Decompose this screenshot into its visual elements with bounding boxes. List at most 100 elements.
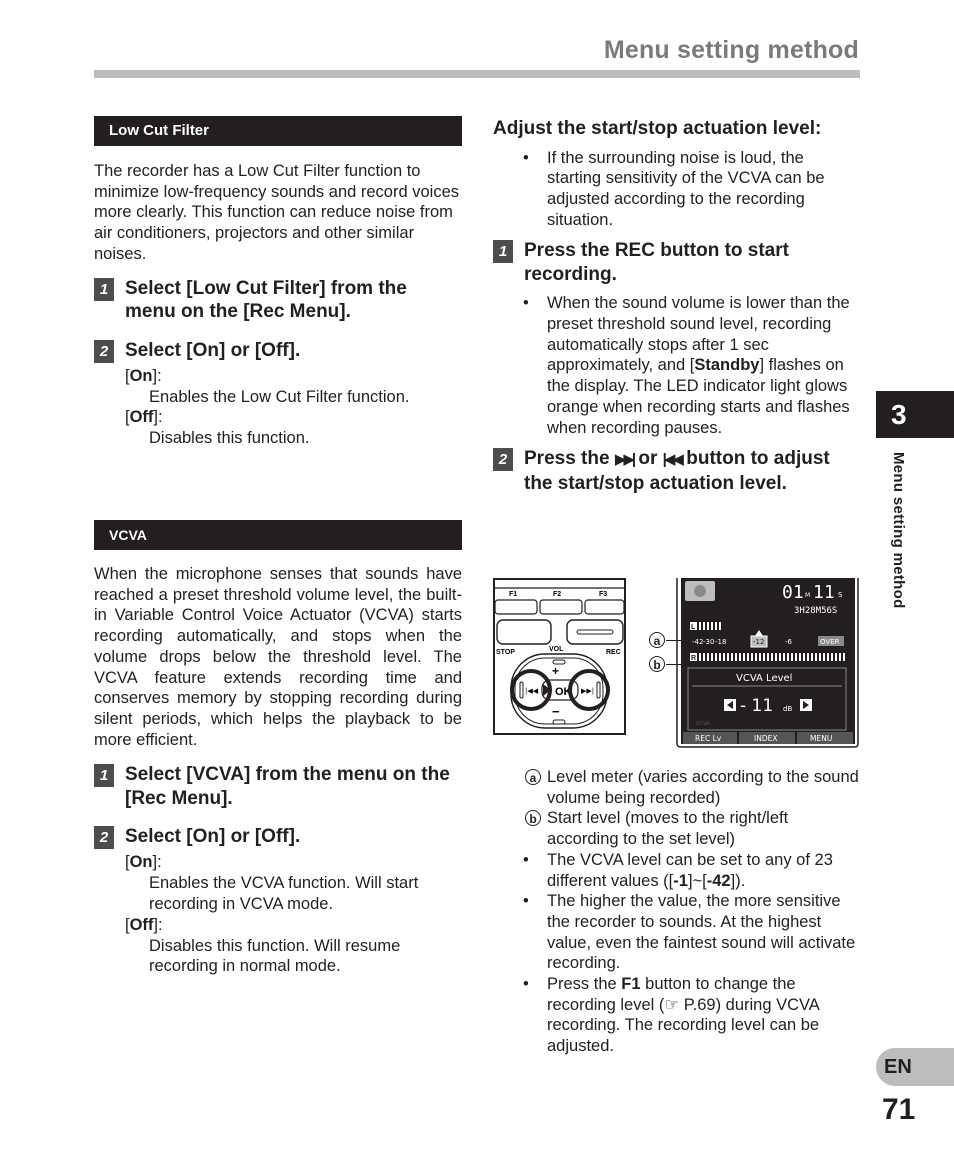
callout-item-a: a Level meter (varies according to the s… [493, 767, 861, 808]
language-tab: EN [876, 1048, 954, 1086]
meter-bar [767, 653, 769, 661]
callout-marker-b: b [649, 656, 665, 672]
option-desc-off: Disables this function. Will resume reco… [149, 936, 401, 976]
adjust-step1-bullet: • When the sound volume is lower than th… [493, 293, 861, 438]
vcva-intro: When the microphone senses that sounds h… [94, 565, 462, 749]
vcva-step-2: 2 Select [On] or [Off]. [94, 825, 462, 850]
adjust-step-2: 2 Press the ▶▶| or |◀◀ button to adjust … [493, 447, 861, 495]
meter-bar [779, 653, 781, 661]
skip-back-icon: |◀◀ [525, 687, 539, 695]
meter-bar [743, 653, 745, 661]
option-desc-off: Disables this function. [149, 429, 310, 448]
step-text: Select [Low Cut Filter] from the menu on… [125, 277, 407, 323]
step-number: 1 [94, 277, 114, 301]
meter-bar [803, 653, 805, 661]
step-number: 1 [493, 240, 513, 264]
svg-text:INDEX: INDEX [754, 734, 777, 743]
option-label-on: [On]: [125, 366, 162, 385]
f2-key [539, 599, 583, 615]
callout-item-b: b Start level (moves to the right/left a… [493, 808, 861, 849]
callout-line-b [666, 664, 760, 666]
right-level-meter [699, 653, 845, 661]
meter-bar [719, 653, 721, 661]
option-label-off: [Off]: [125, 915, 163, 934]
meter-bar [715, 653, 717, 661]
meter-bar [831, 653, 833, 661]
vcva-section: VCVA When the microphone senses that sou… [94, 520, 462, 977]
section-heading-low-cut: Low Cut Filter [94, 116, 462, 146]
meter-bar [791, 653, 793, 661]
meter-bar [799, 653, 801, 661]
adjust-heading: Adjust the start/stop actuation level: [493, 118, 822, 139]
callout-marker: b [525, 810, 541, 827]
vcva-level-title: VCVA Level [736, 673, 792, 684]
scale-label: -12 [753, 638, 764, 646]
meter-bar [707, 653, 709, 661]
f2-key-label: F2 [553, 591, 561, 598]
meter-bar [739, 653, 741, 661]
skip-back-icon: |◀◀ [662, 451, 684, 469]
meter-bar [755, 653, 757, 661]
stop-key [496, 619, 552, 645]
skip-forward-icon: ▶▶| [614, 451, 636, 469]
callout-marker: a [525, 769, 541, 785]
option-label-on: [On]: [125, 853, 162, 872]
meter-bar [811, 653, 813, 661]
page-number: 71 [882, 1093, 916, 1126]
elapsed-minutes: 01 [782, 582, 804, 603]
vcva-level-unit: dB [783, 705, 792, 713]
meter-bar [759, 653, 761, 661]
meter-bar [795, 653, 797, 661]
recorder-screen-figure: 01 M 11 S 3H28M56S L -42 -30 -18 -12 -6 … [676, 578, 859, 748]
f3-key [584, 599, 625, 615]
meter-bar [835, 653, 837, 661]
stop-label: STOP [496, 649, 515, 656]
scale-label: -18 [715, 638, 726, 646]
meter-bar [839, 653, 841, 661]
title-rule [94, 70, 860, 78]
scale-label: -6 [785, 638, 793, 646]
low-cut-step-1: 1 Select [Low Cut Filter] from the menu … [94, 277, 462, 324]
low-cut-section: Low Cut Filter The recorder has a Low Cu… [94, 116, 462, 449]
step-number: 1 [94, 764, 114, 788]
step-text: Select [On] or [Off]. [125, 339, 301, 361]
step-text: Press the REC button to start recording. [524, 240, 789, 285]
meter-bar [783, 653, 785, 661]
step-text: Select [VCVA] from the menu on the [Rec … [125, 764, 450, 809]
meter-bar [763, 653, 765, 661]
svg-text:M: M [805, 592, 810, 599]
meter-bar [703, 653, 705, 661]
plus-label: + [552, 664, 559, 678]
adjust-step-1: 1 Press the REC button to start recordin… [493, 239, 861, 286]
callout-marker-a: a [649, 632, 665, 648]
f1-key-label: F1 [509, 591, 517, 598]
step-text: Press the ▶▶| or |◀◀ button to adjust th… [524, 448, 830, 494]
section-heading-vcva: VCVA [94, 520, 462, 550]
f3-key-label: F3 [599, 591, 607, 598]
minus-label: − [552, 704, 560, 719]
meter-bar [711, 653, 713, 661]
low-cut-intro: The recorder has a Low Cut Filter functi… [94, 162, 459, 263]
note-bullet: • Press the F1 button to change the reco… [493, 974, 861, 1057]
meter-bar [731, 653, 733, 661]
meter-bar [699, 653, 701, 661]
meter-bar [747, 653, 749, 661]
svg-text:MENU: MENU [810, 734, 832, 743]
step-number: 2 [493, 448, 513, 472]
recorder-screen-illustration: 01 M 11 S 3H28M56S L -42 -30 -18 -12 -6 … [676, 578, 859, 748]
callout-line-a [666, 640, 688, 642]
scale-label: -30 [703, 638, 714, 646]
bullet-dot: • [523, 294, 529, 313]
meter-bar [735, 653, 737, 661]
bullet-dot: • [523, 148, 529, 167]
vcva-level-value: - 11 [740, 696, 773, 716]
meter-bar [751, 653, 753, 661]
rec-key [566, 619, 624, 645]
step-text: Select [On] or [Off]. [125, 826, 301, 848]
svg-text:REC Lv: REC Lv [695, 734, 722, 743]
meter-bar [815, 653, 817, 661]
meter-bar [827, 653, 829, 661]
option-desc-on: Enables the VCVA function. Will start re… [149, 874, 419, 914]
svg-text:OVER: OVER [820, 638, 840, 646]
bullet-dot: • [523, 975, 529, 994]
